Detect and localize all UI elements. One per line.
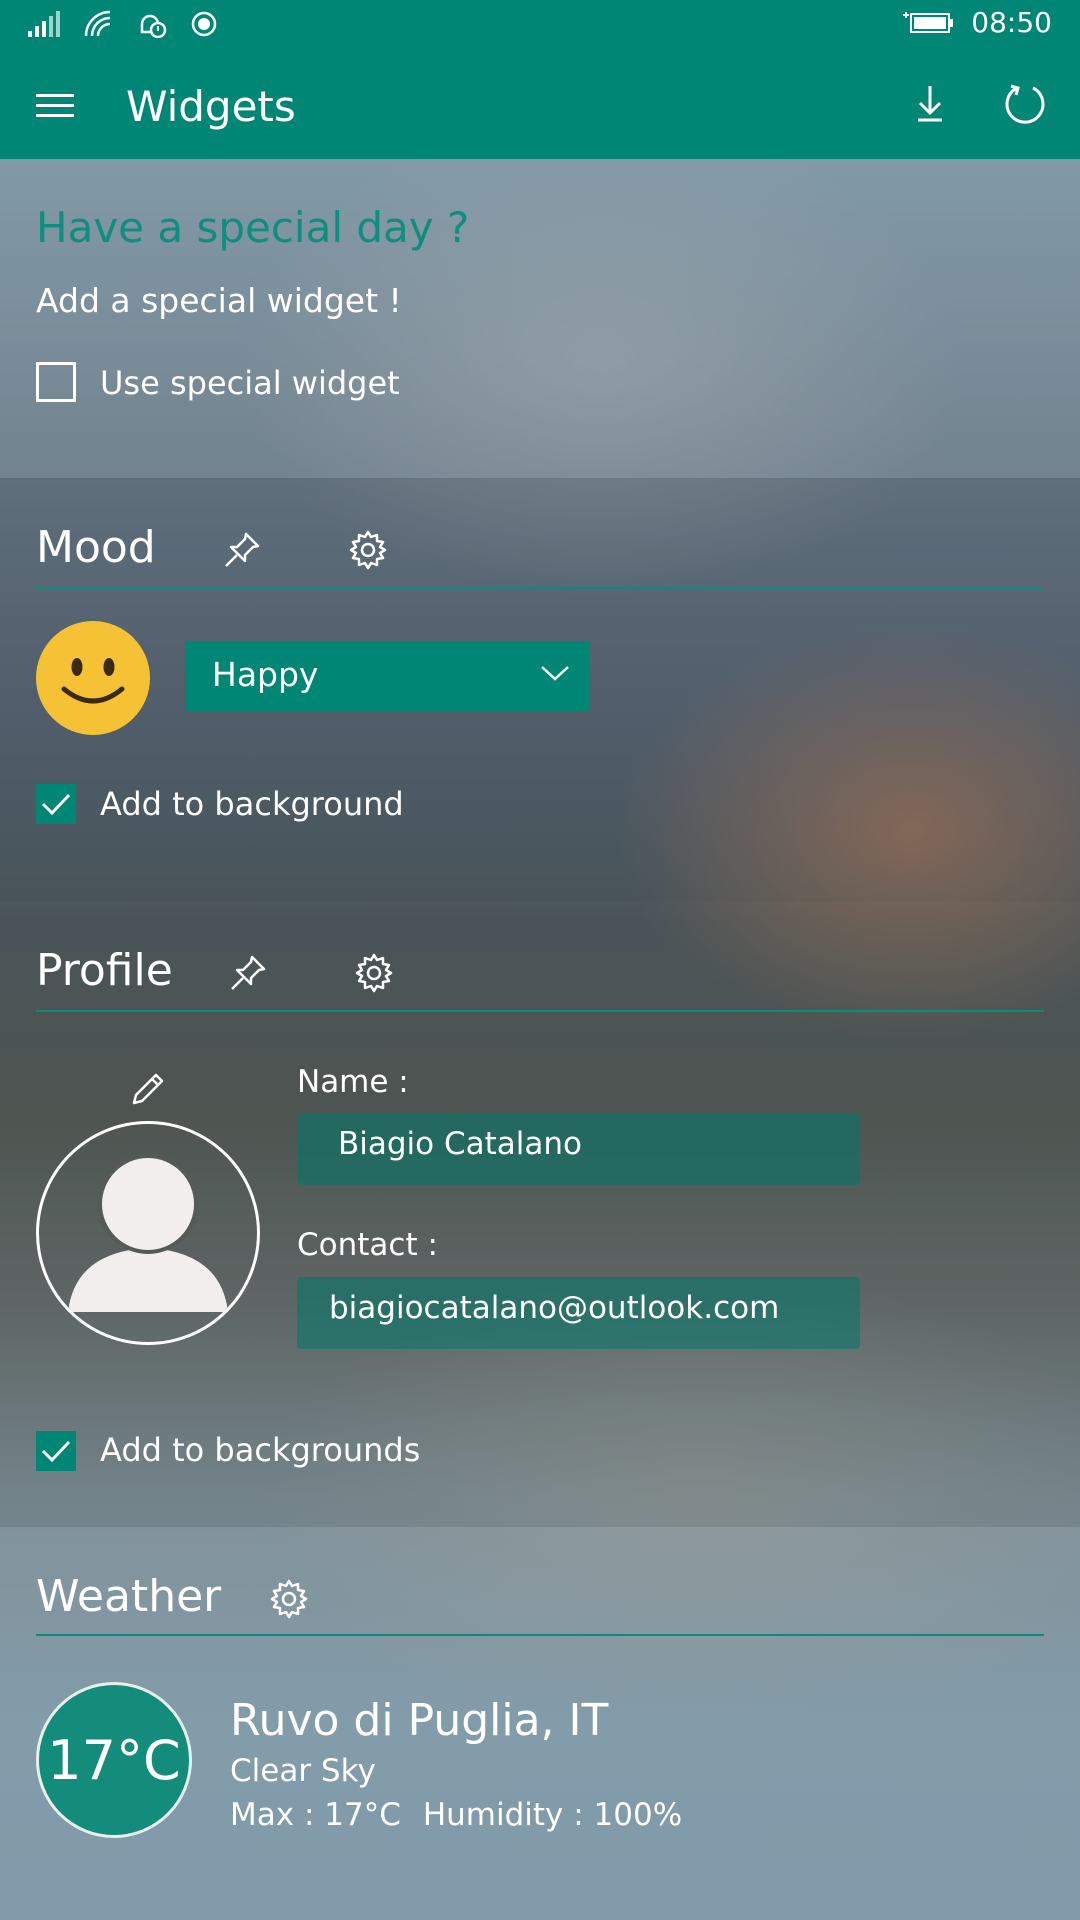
use-special-widget-checkbox[interactable] [36, 362, 76, 402]
mood-smiley [36, 621, 150, 735]
special-title: Have a special day ? [36, 203, 470, 252]
pencil-icon [132, 1073, 164, 1105]
mood-add-to-background-checkbox[interactable] [36, 784, 76, 824]
use-special-widget-label[interactable]: Use special widget [100, 364, 400, 402]
weather-humidity: Humidity : 100% [422, 1797, 683, 1833]
page-title: Widgets [126, 82, 296, 131]
profile-settings-button[interactable] [352, 951, 396, 995]
battery-icon [903, 11, 954, 33]
avatar[interactable] [36, 1121, 260, 1345]
download-button[interactable] [905, 78, 955, 128]
name-field[interactable]: Biagio Catalano [297, 1113, 860, 1185]
download-icon [918, 86, 942, 122]
profile-title: Profile [36, 945, 173, 996]
gear-icon [349, 530, 387, 570]
name-field-value: Biagio Catalano [338, 1126, 583, 1162]
contact-label: Contact : [297, 1227, 438, 1263]
mood-add-to-background-label[interactable]: Add to background [100, 785, 404, 823]
checkmark-icon [41, 1440, 71, 1463]
weather-condition: Clear Sky [230, 1753, 376, 1789]
status-bar: 08:50 [0, 0, 1080, 48]
wifi-icon [84, 10, 111, 37]
mood-settings-button[interactable] [346, 528, 390, 572]
app-bar: Widgets [0, 48, 1080, 159]
profile-add-to-backgrounds-label[interactable]: Add to backgrounds [100, 1431, 420, 1469]
refresh-icon [1005, 84, 1045, 124]
weather-settings-button[interactable] [267, 1577, 311, 1621]
quiet-hours-icon [140, 14, 167, 38]
mood-dropdown[interactable]: Happy [185, 641, 590, 711]
mood-dropdown-value: Happy [212, 655, 319, 694]
temperature-badge: 17°C [36, 1682, 192, 1838]
pin-icon [231, 955, 266, 990]
mood-pin-button[interactable] [220, 528, 264, 572]
location-icon [191, 11, 217, 37]
weather-title: Weather [36, 1571, 222, 1622]
profile-pin-button[interactable] [226, 951, 270, 995]
weather-max: Max : 17°C [230, 1797, 401, 1833]
refresh-button[interactable] [1000, 78, 1050, 128]
gear-icon [355, 953, 393, 993]
weather-city: Ruvo di Puglia, IT [230, 1695, 609, 1746]
profile-add-to-backgrounds-checkbox[interactable] [36, 1431, 76, 1471]
special-subtitle: Add a special widget ! [36, 281, 402, 320]
contact-field[interactable]: biagiocatalano@outlook.com [297, 1277, 860, 1349]
profile-section: Profile Name : Biagio Catalano Contact :… [0, 901, 1080, 1527]
weather-stats: Max : 17°C Humidity : 100% [230, 1797, 682, 1833]
name-label: Name : [297, 1064, 409, 1100]
pin-icon [225, 532, 260, 567]
weather-section: Weather 17°C Ruvo di Puglia, IT Clear Sk… [0, 1527, 1080, 1920]
edit-avatar-button[interactable] [126, 1067, 170, 1111]
happy-face-icon [61, 658, 125, 704]
temperature-value: 17°C [47, 1728, 181, 1792]
chevron-down-icon [541, 666, 569, 681]
mood-title: Mood [36, 522, 156, 573]
hamburger-menu-button[interactable] [36, 94, 74, 117]
signal-icon [28, 11, 60, 37]
weather-divider [36, 1634, 1044, 1636]
status-time: 08:50 [971, 6, 1052, 39]
special-widget-section: Have a special day ? Add a special widge… [0, 159, 1080, 478]
gear-icon [270, 1579, 308, 1619]
user-icon [68, 1154, 228, 1312]
checkmark-icon [41, 793, 71, 816]
profile-divider [36, 1010, 1044, 1012]
contact-field-value: biagiocatalano@outlook.com [329, 1290, 780, 1326]
mood-section: Mood Happy Add to background [0, 478, 1080, 901]
mood-divider [36, 587, 1044, 589]
